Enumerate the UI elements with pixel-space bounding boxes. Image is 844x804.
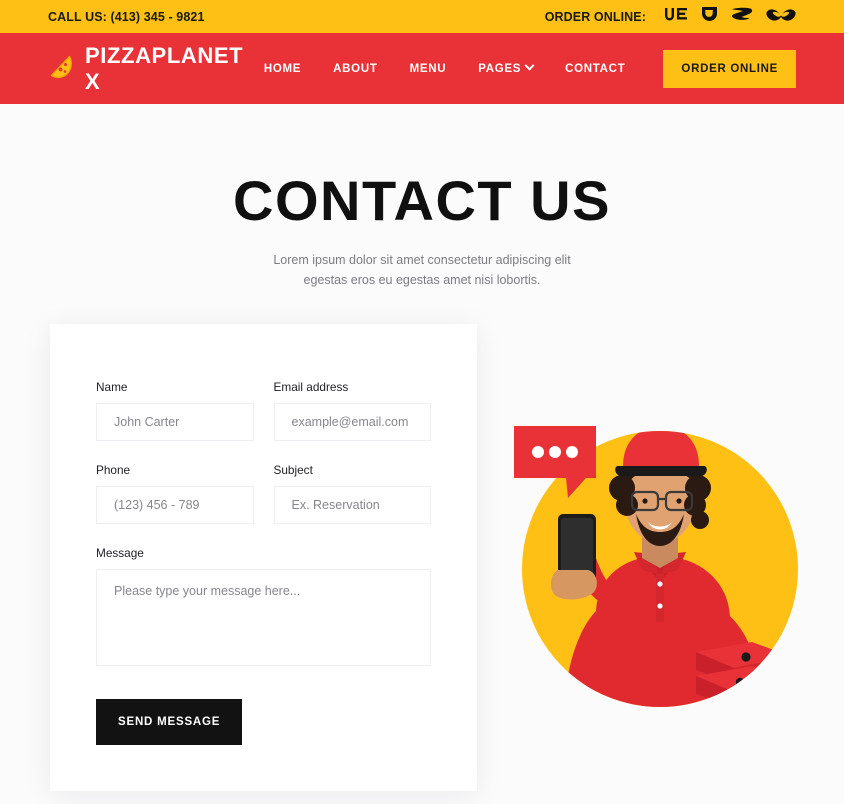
ubereats-icon[interactable] bbox=[664, 7, 688, 27]
brand-logo[interactable]: PIZZAPLANET X bbox=[48, 43, 248, 95]
subject-field-label: Subject bbox=[273, 463, 313, 478]
top-bar: CALL US: (413) 345 - 9821 ORDER ONLINE: bbox=[0, 0, 844, 33]
nav-item-contact-label: CONTACT bbox=[565, 62, 626, 75]
message-field-label: Message bbox=[96, 546, 144, 561]
order-online-label: ORDER ONLINE: bbox=[544, 9, 646, 24]
order-online-button[interactable]: ORDER ONLINE bbox=[663, 49, 796, 88]
brand-name: PIZZAPLANET X bbox=[85, 42, 244, 94]
email-field-group: Email address bbox=[273, 380, 431, 442]
name-input[interactable] bbox=[96, 403, 254, 442]
page-subtitle: Lorem ipsum dolor sit amet consectetur a… bbox=[273, 252, 571, 288]
delivery-man-illustration bbox=[500, 404, 820, 734]
chevron-down-icon bbox=[524, 60, 535, 71]
nav-item-contact[interactable]: CONTACT bbox=[549, 63, 641, 75]
email-field-label: Email address bbox=[273, 380, 349, 395]
name-field-label: Name bbox=[96, 380, 128, 395]
grubhub-icon[interactable] bbox=[731, 7, 753, 26]
nav-item-pages-label: PAGES bbox=[478, 62, 522, 75]
nav-item-about[interactable]: ABOUT bbox=[317, 63, 393, 75]
main-navigation: PIZZAPLANET X HOME ABOUT MENU PAGES CONT… bbox=[0, 33, 844, 104]
contact-form-card: Name Email address Phone Subject Message… bbox=[50, 324, 477, 792]
phone-field-label: Phone bbox=[96, 463, 131, 478]
form-row-2: Phone Subject bbox=[96, 463, 431, 525]
form-row-1: Name Email address bbox=[96, 380, 431, 442]
contact-section: Name Email address Phone Subject Message… bbox=[0, 324, 844, 794]
order-online-services: ORDER ONLINE: bbox=[545, 6, 796, 28]
nav-item-pages[interactable]: PAGES bbox=[462, 60, 549, 75]
phone-input[interactable] bbox=[96, 486, 254, 525]
nav-item-about-label: ABOUT bbox=[333, 62, 378, 75]
nav-item-home[interactable]: HOME bbox=[248, 63, 317, 75]
nav-links: HOME ABOUT MENU PAGES CONTACT ORDER ONLI… bbox=[248, 49, 796, 88]
nav-item-home-label: HOME bbox=[263, 62, 302, 75]
name-field-group: Name bbox=[96, 380, 254, 442]
nav-item-menu[interactable]: MENU bbox=[394, 63, 463, 75]
email-input[interactable] bbox=[273, 403, 431, 442]
pizza-boxes bbox=[696, 642, 790, 707]
page-header: CONTACT US Lorem ipsum dolor sit amet co… bbox=[0, 104, 844, 291]
message-textarea[interactable] bbox=[96, 569, 431, 667]
phone-field-group: Phone bbox=[96, 463, 254, 525]
message-field-group: Message bbox=[96, 546, 431, 671]
page-title: CONTACT US bbox=[233, 169, 611, 232]
subject-field-group: Subject bbox=[273, 463, 431, 525]
postmates-icon[interactable] bbox=[766, 8, 796, 26]
send-message-button[interactable]: SEND MESSAGE bbox=[96, 699, 243, 746]
call-us-phone[interactable]: CALL US: (413) 345 - 9821 bbox=[48, 10, 205, 24]
nav-item-menu-label: MENU bbox=[409, 62, 447, 75]
pizza-slice-icon bbox=[48, 53, 74, 84]
doordash-icon[interactable] bbox=[701, 6, 718, 28]
subject-input[interactable] bbox=[273, 486, 431, 525]
